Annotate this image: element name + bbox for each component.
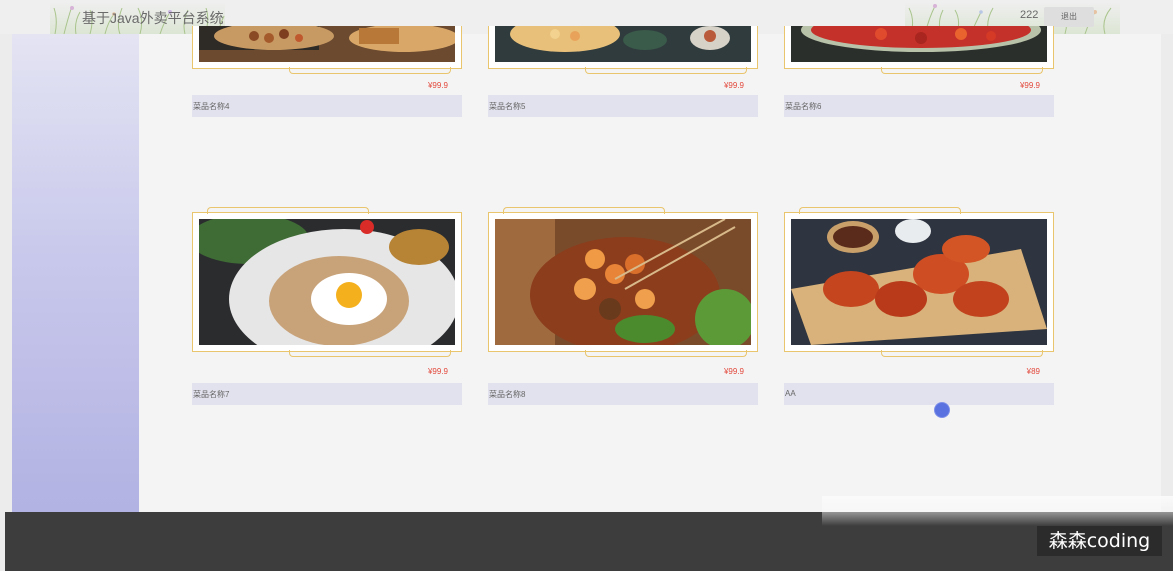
spicy-crayfish-photo[interactable]: [791, 26, 1047, 62]
dish-name-bar: 菜品名称4: [192, 95, 462, 117]
bottom-glow: [822, 496, 1173, 526]
frame-tab: [881, 350, 1043, 357]
dish-name-bar: 菜品名称8: [488, 383, 758, 405]
dish-price: ¥99.9: [427, 367, 448, 376]
frame-tab: [585, 67, 747, 74]
video-watermark: 森森coding: [1037, 526, 1162, 556]
photo-frame: [488, 207, 758, 357]
dish-name[interactable]: 菜品名称5: [489, 101, 525, 112]
dish-price: ¥99.9: [723, 81, 744, 90]
frame-tab: [289, 67, 451, 74]
dish-name-bar: 菜品名称6: [784, 95, 1054, 117]
dish-price: ¥99.9: [1019, 81, 1040, 90]
photo-frame: [192, 26, 462, 74]
frame-tab: [503, 207, 665, 214]
egg-fried-rice-photo[interactable]: [199, 219, 455, 345]
dish-list-area: ¥99.9 菜品名称4 ¥99.9 菜品名称5 ¥99.9 菜品名称6 ¥99.…: [139, 26, 1161, 512]
dish-name[interactable]: 菜品名称4: [193, 101, 229, 112]
shrimp-skewers-photo[interactable]: [495, 219, 751, 345]
dish-price: ¥99.9: [427, 81, 448, 90]
dish-name[interactable]: AA: [785, 389, 796, 398]
dish-price: ¥99.9: [723, 367, 744, 376]
dish-price: ¥89: [1026, 367, 1040, 376]
username-label[interactable]: 222: [1020, 9, 1038, 21]
dish-name[interactable]: 菜品名称6: [785, 101, 821, 112]
frame-tab: [207, 207, 369, 214]
photo-frame: [192, 207, 462, 357]
dish-name-bar: AA: [784, 383, 1054, 405]
dish-name-bar: 菜品名称7: [192, 383, 462, 405]
logout-button[interactable]: 退出: [1044, 7, 1094, 27]
dish-name[interactable]: 菜品名称7: [193, 389, 229, 400]
mouse-cursor-indicator: [934, 402, 950, 418]
dish-name-bar: 菜品名称5: [488, 95, 758, 117]
photo-frame: [488, 26, 758, 74]
photo-frame: [784, 26, 1054, 74]
seafood-pasta-photo[interactable]: [495, 26, 751, 62]
photo-frame: [784, 207, 1054, 357]
mixed-grill-photo[interactable]: [199, 26, 455, 62]
sidebar: [12, 34, 139, 512]
frame-tab: [289, 350, 451, 357]
frame-tab: [881, 67, 1043, 74]
frame-tab: [585, 350, 747, 357]
dish-name[interactable]: 菜品名称8: [489, 389, 525, 400]
site-title: 基于Java外卖平台系统: [82, 10, 224, 26]
chicken-wings-photo[interactable]: [791, 219, 1047, 345]
frame-tab: [799, 207, 961, 214]
